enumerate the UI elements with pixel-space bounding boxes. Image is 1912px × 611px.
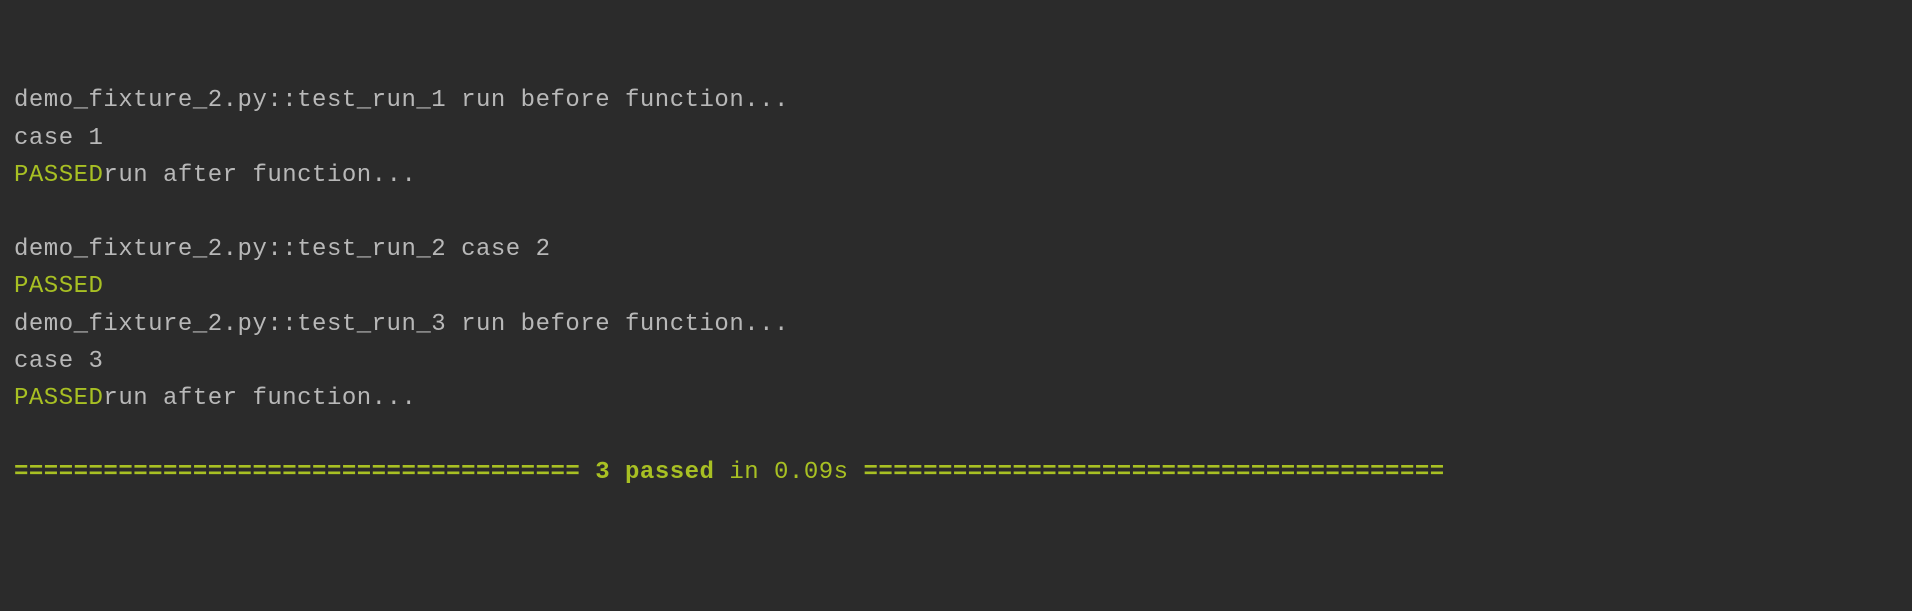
passed-status: PASSED — [14, 273, 103, 300]
after-function-text: run after function... — [103, 162, 416, 189]
test-line: demo_fixture_2.py::test_run_1 run before… — [14, 87, 789, 114]
passed-status: PASSED — [14, 162, 103, 189]
test-case-line: case 1 — [14, 125, 103, 152]
test-line: demo_fixture_2.py::test_run_2 case 2 — [14, 236, 550, 263]
terminal-output: demo_fixture_2.py::test_run_1 run before… — [14, 82, 1898, 491]
passed-status: PASSED — [14, 385, 103, 412]
test-line: demo_fixture_2.py::test_run_3 run before… — [14, 311, 789, 338]
test-case-line: case 3 — [14, 348, 103, 375]
after-function-text: run after function... — [103, 385, 416, 412]
summary-line: ====================================== 3… — [14, 459, 1445, 486]
summary-duration: in 0.09s — [714, 459, 863, 486]
summary-rule-right: ======================================= — [863, 459, 1444, 486]
summary-rule-left: ====================================== — [14, 459, 595, 486]
summary-passed-count: 3 passed — [595, 459, 714, 486]
